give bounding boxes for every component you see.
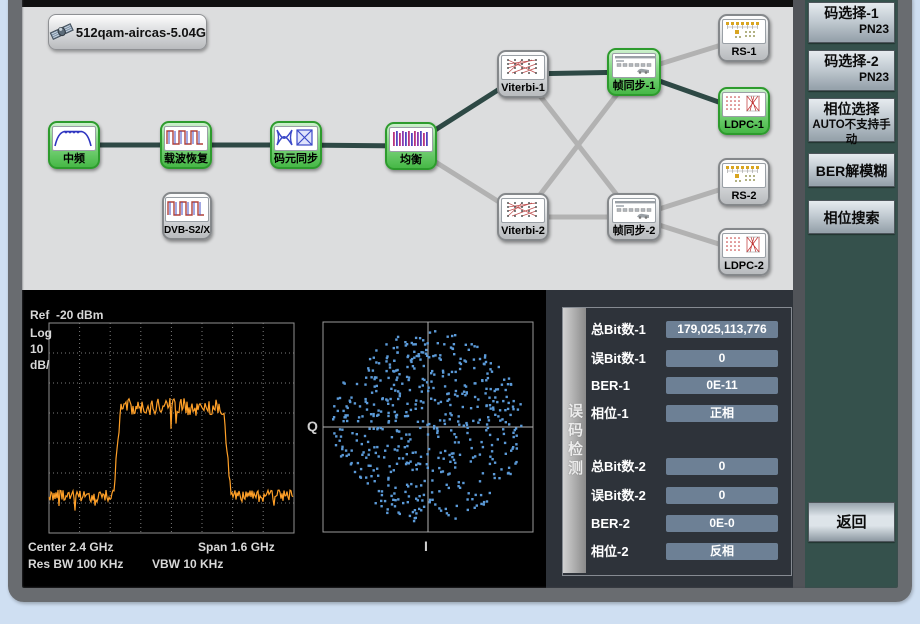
log-label: Log [30,326,52,340]
ber-row-label: 误Bit数-1 [591,350,665,367]
rs-decoder-icon [722,19,766,44]
block-ldpc-2[interactable]: LDPC-2 [718,228,770,276]
ber-value-box: 0E-0 [666,515,778,532]
ref-level-label: Ref -20 dBm [30,308,103,322]
signal-title-button[interactable]: 512qam-aircas-5.04G [48,14,207,50]
trellis-icon [501,198,545,223]
trellis-icon [501,55,545,80]
ber-row-label: BER-2 [591,515,665,532]
block-label: Viterbi-1 [501,82,545,95]
eye-diagram-icon [274,126,318,151]
ber-row-label: 误Bit数-2 [591,487,665,504]
spectrum-analyzer-panel: Ref -20 dBm Log 10 dB/ Center 2.4 GHz Sp… [22,290,303,588]
block-viterbi-2[interactable]: Viterbi-2 [497,193,549,241]
block-viterbi-1[interactable]: Viterbi-1 [497,50,549,98]
block-frame-sync-1[interactable]: 帧同步-1 [607,48,661,96]
back-button[interactable]: 返回 [808,502,895,542]
block-label: LDPC-1 [724,119,764,132]
ber-row-label: BER-1 [591,377,665,394]
block-label: 均衡 [400,154,422,167]
signal-chain-diagram: 512qam-aircas-5.04G 中频 载波恢复 DVB-S2/X [22,7,793,290]
ber-value-box: 0E-11 [666,377,778,394]
code-select-1-button[interactable]: 码选择-1 PN23 [808,2,895,43]
block-equalizer[interactable]: 均衡 [385,122,437,170]
button-label: 相位搜索 [809,201,894,233]
block-dvb-s2x[interactable]: DVB-S2/X [162,192,212,240]
control-button-panel: 码选择-1 PN23 码选择-2 PN23 相位选择 AUTO不支持手动 BER… [805,0,898,588]
frame-sync-icon [612,53,656,78]
ber-deambiguity-button[interactable]: BER解模糊 [808,153,895,187]
ber-value-box: 0 [666,458,778,475]
rbw-label: Res BW 100 KHz [28,557,123,571]
ber-monitor-panel: 误码检测 总Bit数-1 179,025,113,776 误Bit数-1 0 B… [546,290,793,588]
block-carrier-recovery[interactable]: 载波恢复 [160,121,212,169]
block-symbol-sync[interactable]: 码元同步 [270,121,322,169]
span-label: Span 1.6 GHz [198,540,275,554]
equalizer-bars-icon [389,127,433,152]
rs-decoder-icon [722,163,766,188]
scale-value: 10 [30,342,43,356]
ber-row-label: 总Bit数-2 [591,458,665,475]
block-label: LDPC-2 [724,260,764,273]
constellation-panel: Q I [301,290,546,588]
block-frame-sync-2[interactable]: 帧同步-2 [607,193,661,241]
if-spectrum-icon [52,126,96,151]
inactive-connections [410,38,744,252]
ber-value-box: 反相 [666,543,778,560]
block-label: 中频 [63,153,85,166]
top-strip [22,0,793,7]
button-label: 相位选择 [809,99,894,118]
block-label: 帧同步-2 [613,225,656,238]
button-value: AUTO不支持手动 [809,118,894,148]
q-axis-label: Q [307,418,318,434]
ber-group-label: 误码检测 [564,403,585,479]
block-label: Viterbi-2 [501,225,545,238]
button-label: 返回 [809,503,894,541]
ber-value-box: 0 [666,350,778,367]
button-label: BER解模糊 [809,154,894,186]
center-freq-label: Center 2.4 GHz [28,540,113,554]
ber-value-box: 正相 [666,405,778,422]
button-label: 码选择-2 [809,51,894,70]
ldpc-decoder-icon [722,92,766,117]
block-if[interactable]: 中频 [48,121,100,169]
ber-row-label: 总Bit数-1 [591,321,665,338]
ber-row-label: 相位-2 [591,543,665,560]
block-label: 帧同步-1 [613,80,656,93]
block-rs-2[interactable]: RS-2 [718,158,770,206]
app-window: 512qam-aircas-5.04G 中频 载波恢复 DVB-S2/X [0,0,920,624]
block-label: RS-1 [731,46,756,59]
scale-unit: dB/ [30,358,49,372]
vbw-label: VBW 10 KHz [152,557,223,571]
satellite-icon [49,19,75,45]
block-label: 载波恢复 [164,153,208,166]
i-axis-label: I [424,538,428,554]
block-label: DVB-S2/X [164,224,210,237]
code-select-2-button[interactable]: 码选择-2 PN23 [808,50,895,91]
signal-title-label: 512qam-aircas-5.04G [76,25,206,40]
block-label: RS-2 [731,190,756,203]
frame-sync-icon [612,198,656,223]
block-ldpc-1[interactable]: LDPC-1 [718,87,770,135]
ber-group-tab: 误码检测 [563,308,586,573]
button-value: PN23 [809,70,894,85]
block-rs-1[interactable]: RS-1 [718,14,770,62]
squarewave-icon [165,197,209,222]
ber-groupbox-border [562,307,792,576]
squarewave-icon [164,126,208,151]
phase-select-button[interactable]: 相位选择 AUTO不支持手动 [808,98,895,142]
button-label: 码选择-1 [809,3,894,22]
ber-value-box: 179,025,113,776 [666,321,778,338]
phase-search-button[interactable]: 相位搜索 [808,200,895,234]
ber-row-label: 相位-1 [591,405,665,422]
ber-value-box: 0 [666,487,778,504]
ldpc-decoder-icon [722,233,766,258]
button-value: PN23 [809,22,894,37]
block-label: 码元同步 [274,153,318,166]
panel-divider [793,0,805,588]
